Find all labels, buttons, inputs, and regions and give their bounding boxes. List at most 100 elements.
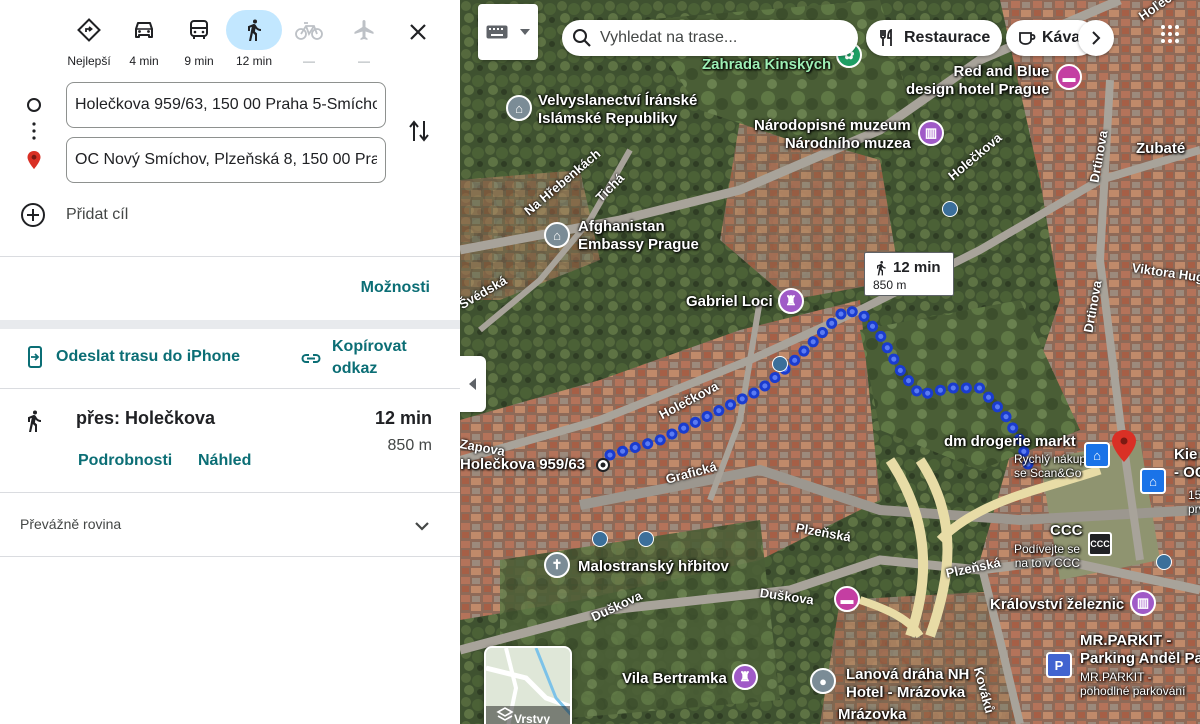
shopping-icon[interactable]: ⌂ <box>1084 442 1110 468</box>
hotel-icon[interactable]: ▬ <box>834 586 860 612</box>
chip-label: Restaurace <box>904 29 991 46</box>
copy-link-label: Kopírovat odkaz <box>332 338 407 377</box>
mode-label: 9 min <box>184 54 214 68</box>
poi-label[interactable]: Malostranský hřbitov <box>578 558 729 576</box>
museum-icon[interactable]: ▥ <box>918 120 944 146</box>
poi-sublabel: 15% prvn <box>1188 488 1200 516</box>
link-icon <box>301 354 321 363</box>
add-destination-button[interactable]: Přidat cíl <box>20 198 128 232</box>
section-divider <box>0 320 460 329</box>
origin-label[interactable]: Holečkova 959/63 <box>460 456 585 474</box>
send-to-phone-icon <box>28 346 42 368</box>
poi-label[interactable]: Zahrada Kinských <box>702 56 831 74</box>
mode-label: Nejlepší <box>67 54 111 68</box>
bubble-distance: 850 m <box>873 278 907 292</box>
mode-label: — <box>303 54 315 68</box>
castle-icon[interactable]: ♜ <box>778 288 804 314</box>
museum-icon[interactable]: ▥ <box>1130 590 1156 616</box>
store-icon[interactable]: CCC <box>1088 532 1112 556</box>
terrain-label: Převážně rovina <box>20 516 122 532</box>
map-canvas[interactable]: Hoľečkova Holečkova Holečkova Na Hřebenk… <box>460 0 1200 724</box>
poi-label[interactable]: Mrázovka <box>838 706 906 724</box>
embassy-icon[interactable]: ⌂ <box>544 222 570 248</box>
add-destination-label: Přidat cíl <box>66 206 129 223</box>
chevron-down-icon <box>415 522 429 531</box>
mode-label: 4 min <box>129 54 159 68</box>
mode-label: — <box>358 54 370 68</box>
mode-bike[interactable]: — <box>281 10 337 72</box>
poi-sublabel: MR.PARKIT - pohodlné parkování <box>1080 670 1186 698</box>
route-duration: 12 min <box>374 408 432 428</box>
mode-walk[interactable]: 12 min <box>226 10 282 72</box>
layers-label: Vrstvy <box>514 712 551 724</box>
send-to-phone-button[interactable]: Odeslat trasu do iPhone <box>26 346 240 368</box>
bus-stop-icon[interactable] <box>942 201 958 217</box>
walk-icon <box>226 10 282 50</box>
route-via-label: přes: Holečkova <box>76 408 216 428</box>
mode-flight[interactable]: — <box>336 10 392 72</box>
poi-label[interactable]: Afghanistan Embassy Prague <box>578 218 699 254</box>
divider <box>0 492 460 493</box>
preview-button[interactable]: Náhled <box>198 452 251 470</box>
poi-label[interactable]: Gabriel Loci <box>686 293 773 311</box>
directions-panel: Nejlepší 4 min 9 min 12 min — — Holečkov… <box>0 0 460 724</box>
caret-left-icon <box>469 378 476 390</box>
chip-restaurants[interactable]: Restaurace <box>866 20 1003 56</box>
layers-button[interactable]: Vrstvy <box>484 646 572 724</box>
coffee-icon <box>1019 32 1036 45</box>
origin-input[interactable] <box>66 82 386 128</box>
swap-icon <box>409 120 429 142</box>
poi-label[interactable]: CCC <box>1050 522 1083 540</box>
place-icon[interactable]: ● <box>810 668 836 694</box>
bubble-time: 12 min <box>893 259 941 276</box>
destination-input[interactable] <box>66 137 386 183</box>
swap-waypoints-button[interactable] <box>404 116 434 146</box>
bus-stop-icon[interactable] <box>772 356 788 372</box>
poi-label[interactable]: Království železnic <box>990 596 1124 614</box>
options-button[interactable]: Možnosti <box>361 279 430 297</box>
mode-label: 12 min <box>235 54 273 68</box>
caret-down-icon <box>520 29 530 35</box>
poi-label[interactable]: Kie - OC <box>1174 446 1200 482</box>
send-to-phone-label: Odeslat trasu do iPhone <box>56 348 241 365</box>
poi-label[interactable]: Vila Bertramka <box>622 670 727 688</box>
apps-grid-icon[interactable] <box>1160 24 1180 44</box>
poi-label[interactable]: Velvyslanectví Íránské Islámské Republik… <box>538 92 697 128</box>
hotel-icon[interactable]: ▬ <box>1056 64 1082 90</box>
close-directions-button[interactable] <box>398 16 438 48</box>
bus-stop-icon[interactable] <box>638 531 654 547</box>
embassy-icon[interactable]: ⌂ <box>506 95 532 121</box>
poi-label[interactable]: Národopisné muzeum Národního muzea <box>754 117 911 153</box>
best-route-icon <box>61 10 117 50</box>
poi-label[interactable]: Lanová dráha NH Hotel - Mrázovka <box>846 666 969 702</box>
bus-stop-icon[interactable] <box>1156 554 1172 570</box>
collapse-panel-button[interactable] <box>460 356 486 412</box>
route-dots-icon <box>32 122 36 140</box>
more-chips-button[interactable] <box>1078 20 1114 56</box>
bus-stop-icon[interactable] <box>592 531 608 547</box>
museum-icon[interactable]: ♜ <box>732 664 758 690</box>
mode-car[interactable]: 4 min <box>116 10 172 72</box>
poi-sublabel: Rychlý nákup se Scan&Go <box>1014 452 1087 480</box>
details-button[interactable]: Podrobnosti <box>78 452 172 470</box>
airplane-icon <box>336 10 392 50</box>
poi-label[interactable]: Zubaté <box>1136 140 1185 158</box>
poi-label[interactable]: MR.PARKIT - Parking Anděl Pa <box>1080 632 1200 668</box>
parking-icon[interactable]: P <box>1046 652 1072 678</box>
poi-label[interactable]: Red and Blue design hotel Prague <box>906 63 1049 99</box>
cemetery-icon[interactable]: ✝ <box>544 552 570 578</box>
car-icon <box>116 10 172 50</box>
destination-pin-icon <box>27 151 41 169</box>
divider <box>0 388 460 389</box>
mode-transit[interactable]: 9 min <box>171 10 227 72</box>
copy-link-button[interactable]: Kopírovat odkaz <box>300 336 422 380</box>
add-circle-icon <box>21 203 45 227</box>
terrain-expander[interactable]: Převážně rovina <box>0 494 460 556</box>
route-duration-bubble[interactable]: 12 min 850 m <box>864 252 954 296</box>
divider <box>0 556 460 557</box>
shopping-icon[interactable]: ⌂ <box>1140 468 1166 494</box>
input-tools-button[interactable] <box>478 4 538 60</box>
search-along-route[interactable]: Vyhledat na trase... <box>562 20 858 56</box>
mode-best[interactable]: Nejlepší <box>61 10 117 72</box>
poi-label[interactable]: dm drogerie markt <box>944 433 1076 451</box>
